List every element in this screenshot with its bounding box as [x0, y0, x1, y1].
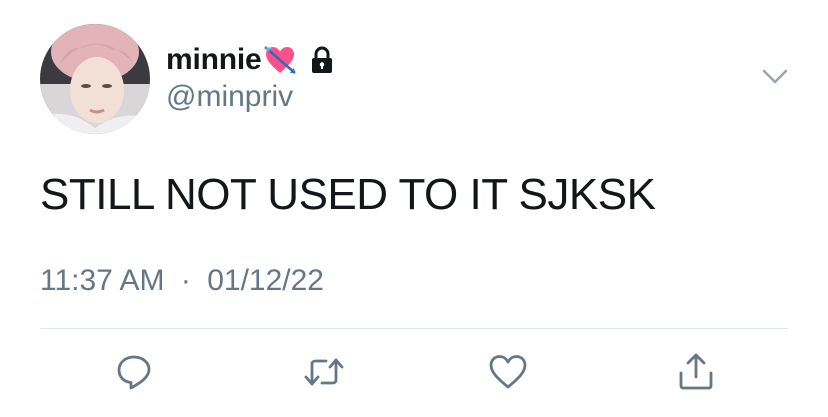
chevron-down-icon[interactable] — [758, 62, 792, 92]
tweet-card: minnie @minpriv STILL NOT USED TO IT SJK… — [0, 0, 828, 417]
lock-icon — [307, 45, 337, 75]
profile-photo — [40, 24, 150, 134]
tweet-timestamp[interactable]: 11:37 AM · 01/12/22 — [40, 264, 324, 298]
like-button[interactable] — [484, 348, 532, 396]
heart-icon — [489, 355, 527, 389]
share-icon — [679, 353, 713, 390]
retweet-button[interactable] — [300, 348, 348, 396]
tweet-date: 01/12/22 — [207, 264, 324, 297]
meta-separator: · — [180, 264, 191, 297]
speech-bubble-icon — [117, 355, 151, 390]
reply-button[interactable] — [110, 348, 158, 396]
heart-with-arrow-emoji — [263, 43, 297, 77]
action-bar — [0, 340, 828, 404]
avatar[interactable] — [40, 24, 150, 134]
user-handle[interactable]: @minpriv — [166, 80, 293, 114]
display-name[interactable]: minnie — [166, 43, 262, 77]
name-row: minnie — [166, 40, 337, 80]
share-button[interactable] — [672, 348, 720, 396]
tweet-time: 11:37 AM — [40, 264, 165, 297]
retweet-icon — [304, 358, 344, 386]
divider — [40, 328, 788, 329]
tweet-text: STILL NOT USED TO IT SJKSK — [40, 170, 656, 219]
